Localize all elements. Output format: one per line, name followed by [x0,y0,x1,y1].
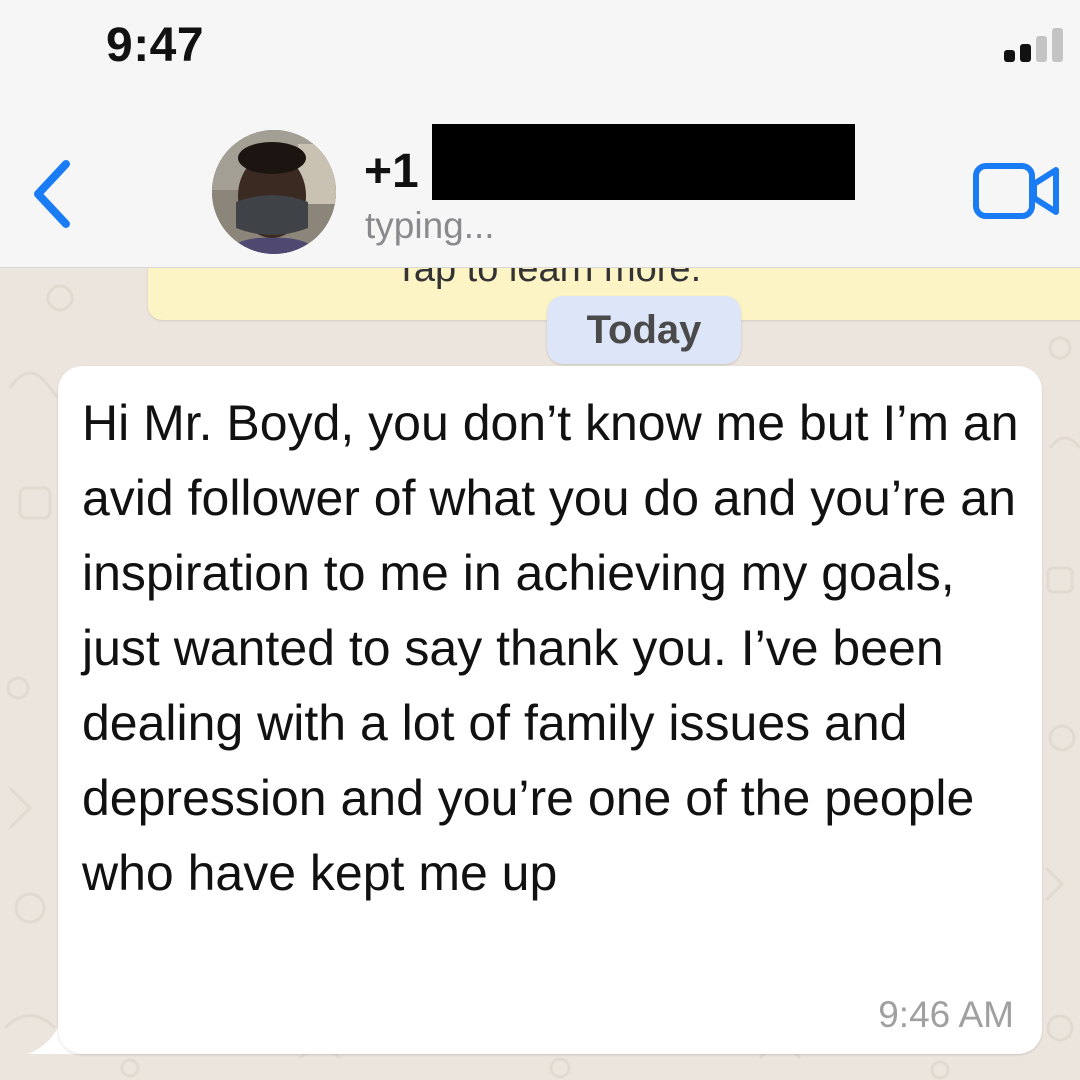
avatar-photo [212,130,336,254]
status-bar: 9:47 [0,0,1080,100]
chat-area[interactable]: Tap to learn more. Today Hi Mr. Boyd, yo… [0,268,1080,1080]
notice-text: Tap to learn more. [394,268,702,290]
back-button[interactable] [28,158,78,230]
typing-status: typing... [365,205,495,246]
chat-header: +1 typing... [0,100,1080,268]
redacted-phone-number [432,124,855,200]
message-text: Hi Mr. Boyd, you don’t know me but I’m a… [82,395,1019,901]
message-timestamp: 9:46 AM [878,994,1014,1035]
message-bubble[interactable]: Hi Mr. Boyd, you don’t know me but I’m a… [58,366,1042,1054]
contact-avatar[interactable] [212,130,336,254]
status-time: 9:47 [106,19,205,72]
contact-name[interactable]: +1 [364,144,419,199]
signal-bars-icon [1004,28,1066,62]
chevron-left-icon [34,160,70,228]
video-call-icon [973,163,1059,219]
date-separator: Today [547,296,741,364]
video-call-button[interactable] [972,162,1062,220]
